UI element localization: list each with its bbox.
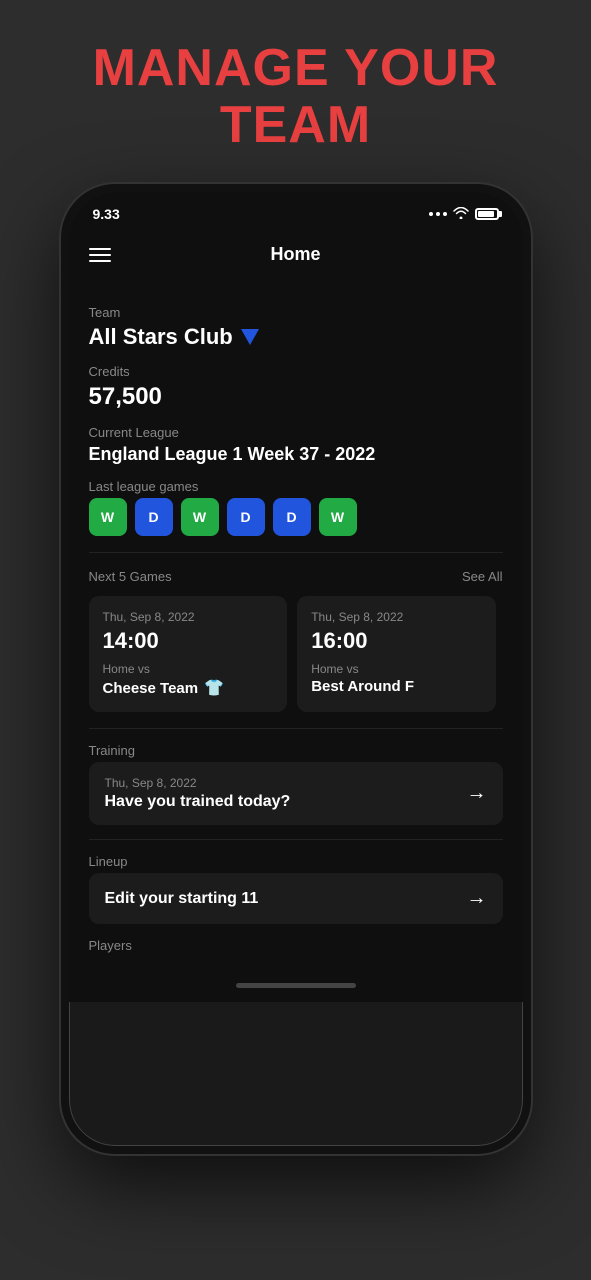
divider-3 [89, 839, 503, 840]
nav-title: Home [270, 244, 320, 265]
game-2-opponent: Best Around F [311, 678, 482, 695]
battery-icon [475, 208, 499, 220]
signal-dots-icon [429, 212, 447, 216]
result-badge-3: W [181, 498, 219, 536]
lineup-section: Lineup Edit your starting 11 → [89, 854, 503, 924]
credits-label: Credits [89, 364, 503, 379]
result-badge-5: D [273, 498, 311, 536]
team-section: Team All Stars Club [89, 305, 503, 350]
see-all-button[interactable]: See All [462, 569, 502, 584]
headline-line2: TEAM [220, 96, 371, 154]
results-row: W D W D D W [89, 498, 503, 536]
headline-line1: MANAGE YOUR [93, 39, 499, 97]
last-games-label: Last league games [89, 479, 503, 494]
game-2-vs-label: Home vs [311, 662, 482, 676]
training-card-date: Thu, Sep 8, 2022 [105, 776, 291, 790]
game-2-date: Thu, Sep 8, 2022 [311, 610, 482, 624]
game-card-2[interactable]: Thu, Sep 8, 2022 16:00 Home vs Best Arou… [297, 596, 496, 712]
result-badge-6: W [319, 498, 357, 536]
team-label: Team [89, 305, 503, 320]
home-bar [236, 983, 356, 988]
lineup-card-left: Edit your starting 11 [105, 890, 259, 908]
top-nav: Home [69, 228, 523, 281]
shirt-icon-1: 👕 [204, 678, 224, 698]
divider-1 [89, 552, 503, 553]
team-name: All Stars Club [89, 324, 233, 350]
divider-2 [89, 728, 503, 729]
app-content: Home Team All Stars Club Credits 57,500 … [69, 228, 523, 1002]
phone-frame: 9.33 Home [61, 184, 531, 1154]
game-1-date: Thu, Sep 8, 2022 [103, 610, 274, 624]
league-label: Current League [89, 425, 503, 440]
scroll-content: Team All Stars Club Credits 57,500 Curre… [69, 281, 523, 973]
game-1-vs-label: Home vs [103, 662, 274, 676]
training-label: Training [89, 743, 503, 758]
status-icons [429, 206, 499, 222]
shield-icon [241, 329, 259, 345]
wifi-icon [453, 206, 469, 222]
result-badge-2: D [135, 498, 173, 536]
last-games-section: Last league games W D W D D W [89, 479, 503, 536]
lineup-label: Lineup [89, 854, 503, 869]
game-2-opponent-name: Best Around F [311, 678, 414, 695]
lineup-arrow-icon: → [467, 887, 487, 910]
training-card[interactable]: Thu, Sep 8, 2022 Have you trained today?… [89, 762, 503, 825]
lineup-card-title: Edit your starting 11 [105, 890, 259, 908]
next-games-section: Next 5 Games See All Thu, Sep 8, 2022 14… [89, 569, 503, 712]
game-1-opponent: Cheese Team 👕 [103, 678, 274, 698]
players-label: Players [89, 938, 503, 953]
page-headline: MANAGE YOUR TEAM [73, 0, 519, 184]
hamburger-button[interactable] [89, 248, 111, 262]
training-arrow-icon: → [467, 782, 487, 805]
game-card-1[interactable]: Thu, Sep 8, 2022 14:00 Home vs Cheese Te… [89, 596, 288, 712]
credits-value: 57,500 [89, 383, 503, 411]
status-time: 9.33 [93, 206, 120, 222]
team-name-row: All Stars Club [89, 324, 503, 350]
league-section: Current League England League 1 Week 37 … [89, 425, 503, 465]
training-card-left: Thu, Sep 8, 2022 Have you trained today? [105, 776, 291, 811]
game-1-time: 14:00 [103, 628, 274, 654]
league-name: England League 1 Week 37 - 2022 [89, 444, 503, 465]
credits-section: Credits 57,500 [89, 364, 503, 411]
status-bar: 9.33 [69, 192, 523, 228]
home-indicator [69, 973, 523, 1002]
games-row: Thu, Sep 8, 2022 14:00 Home vs Cheese Te… [89, 596, 503, 712]
next-games-header: Next 5 Games See All [89, 569, 503, 584]
game-1-opponent-name: Cheese Team [103, 680, 199, 697]
training-section: Training Thu, Sep 8, 2022 Have you train… [89, 743, 503, 825]
lineup-card[interactable]: Edit your starting 11 → [89, 873, 503, 924]
training-card-title: Have you trained today? [105, 793, 291, 811]
game-2-time: 16:00 [311, 628, 482, 654]
result-badge-1: W [89, 498, 127, 536]
next-games-label: Next 5 Games [89, 569, 172, 584]
result-badge-4: D [227, 498, 265, 536]
